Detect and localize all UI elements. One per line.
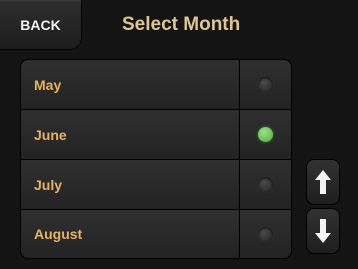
month-label: August — [21, 210, 240, 258]
month-indicator-cell[interactable] — [240, 110, 291, 159]
month-label: June — [21, 110, 240, 159]
scroll-up-button[interactable] — [306, 159, 340, 205]
arrow-down-icon — [315, 219, 331, 243]
month-row-july[interactable]: July — [21, 160, 291, 210]
radio-indicator — [258, 226, 273, 242]
month-indicator-cell[interactable] — [240, 160, 291, 209]
month-row-june[interactable]: June — [21, 110, 291, 160]
month-indicator-cell[interactable] — [240, 210, 291, 258]
month-row-may[interactable]: May — [21, 60, 291, 110]
month-row-august[interactable]: August — [21, 210, 291, 258]
arrow-up-icon — [315, 170, 331, 194]
back-button[interactable]: BACK — [0, 0, 82, 50]
page-title: Select Month — [122, 14, 241, 35]
month-label: July — [21, 160, 240, 209]
radio-indicator — [258, 77, 273, 92]
month-list: May June July August — [20, 59, 292, 259]
radio-indicator-selected — [258, 127, 273, 142]
scroll-down-button[interactable] — [306, 208, 340, 254]
month-indicator-cell[interactable] — [240, 60, 291, 109]
radio-indicator — [258, 177, 273, 192]
month-label: May — [21, 60, 240, 109]
